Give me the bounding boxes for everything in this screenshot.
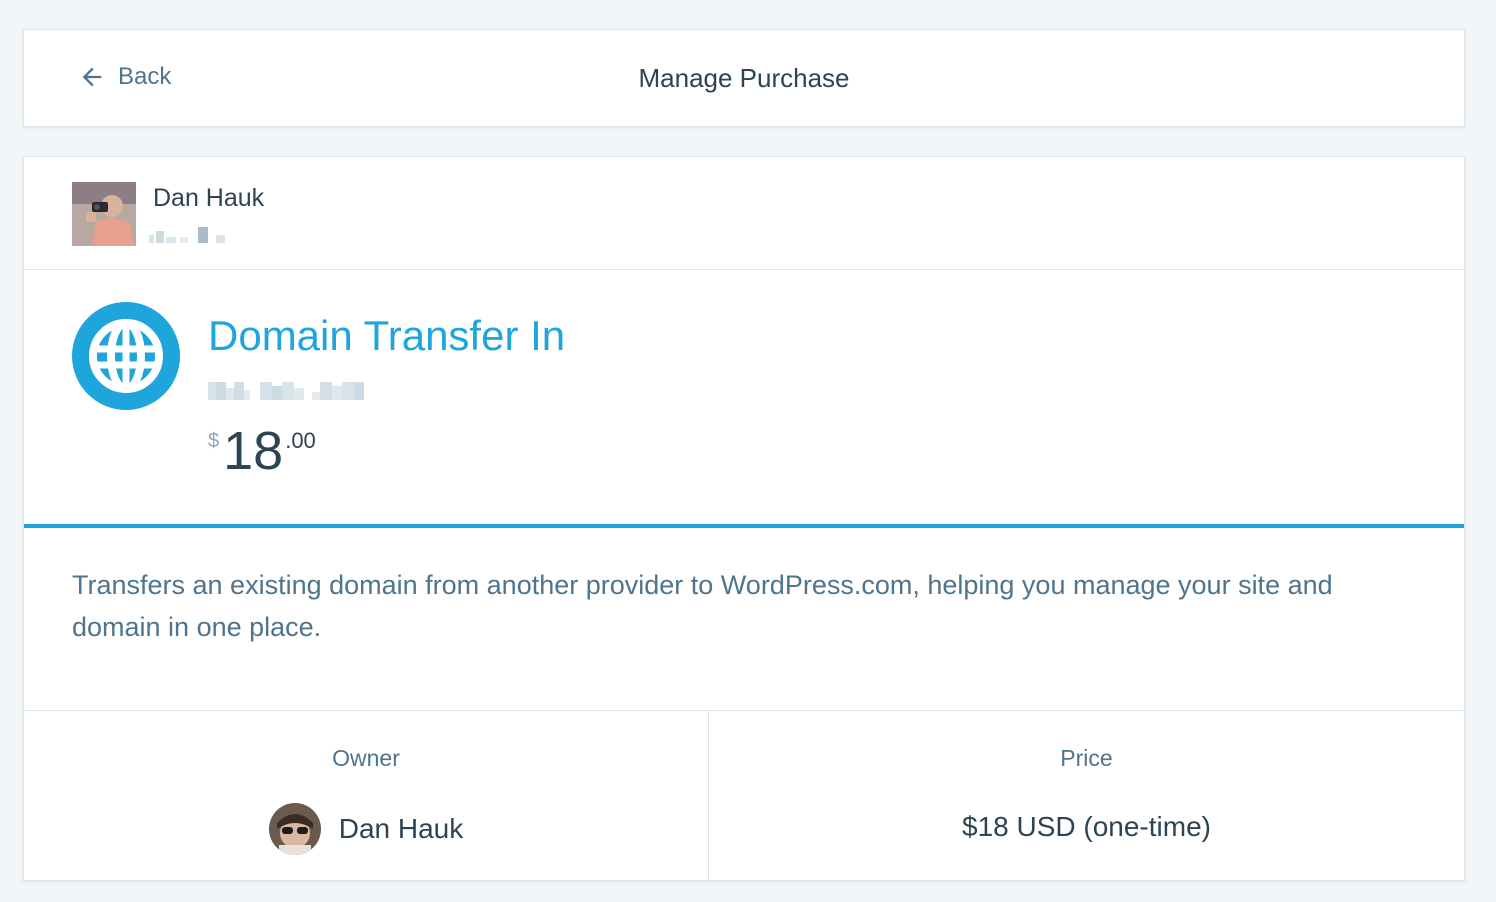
header-card: Back Manage Purchase bbox=[23, 29, 1465, 127]
price-value: $18 USD (one-time) bbox=[962, 811, 1211, 842]
domain-name-redacted bbox=[208, 382, 364, 400]
product-description: Transfers an existing domain from anothe… bbox=[72, 570, 1333, 642]
owner-label: Owner bbox=[332, 745, 400, 771]
globe-icon bbox=[72, 302, 180, 410]
product-price: $ 18 .00 bbox=[208, 424, 316, 478]
price-integer: 18 bbox=[223, 421, 284, 481]
site-avatar bbox=[72, 182, 136, 246]
owner-avatar bbox=[268, 803, 321, 855]
site-name: Dan Hauk bbox=[153, 184, 265, 212]
price-currency: $ bbox=[208, 430, 220, 452]
purchase-meta: Owner Dan Hauk Price $18 USD (one-time) bbox=[24, 710, 1464, 881]
price-cell: Price $18 USD (one-time) bbox=[709, 711, 1464, 881]
owner-value: Dan Hauk bbox=[24, 803, 708, 855]
owner-name: Dan Hauk bbox=[338, 813, 464, 844]
site-url-redacted bbox=[149, 227, 225, 243]
price-label: Price bbox=[1060, 745, 1113, 771]
site-row[interactable]: Dan Hauk bbox=[24, 157, 1464, 270]
purchase-card: Dan Hauk Domain Transfer In $ 18 .00 Tra… bbox=[23, 156, 1465, 881]
price-fraction: .00 bbox=[285, 428, 316, 453]
owner-cell: Owner Dan Hauk bbox=[24, 711, 709, 881]
page-title: Manage Purchase bbox=[638, 63, 850, 93]
product-title: Domain Transfer In bbox=[208, 312, 566, 359]
product-section: Domain Transfer In $ 18 .00 bbox=[24, 270, 1464, 528]
